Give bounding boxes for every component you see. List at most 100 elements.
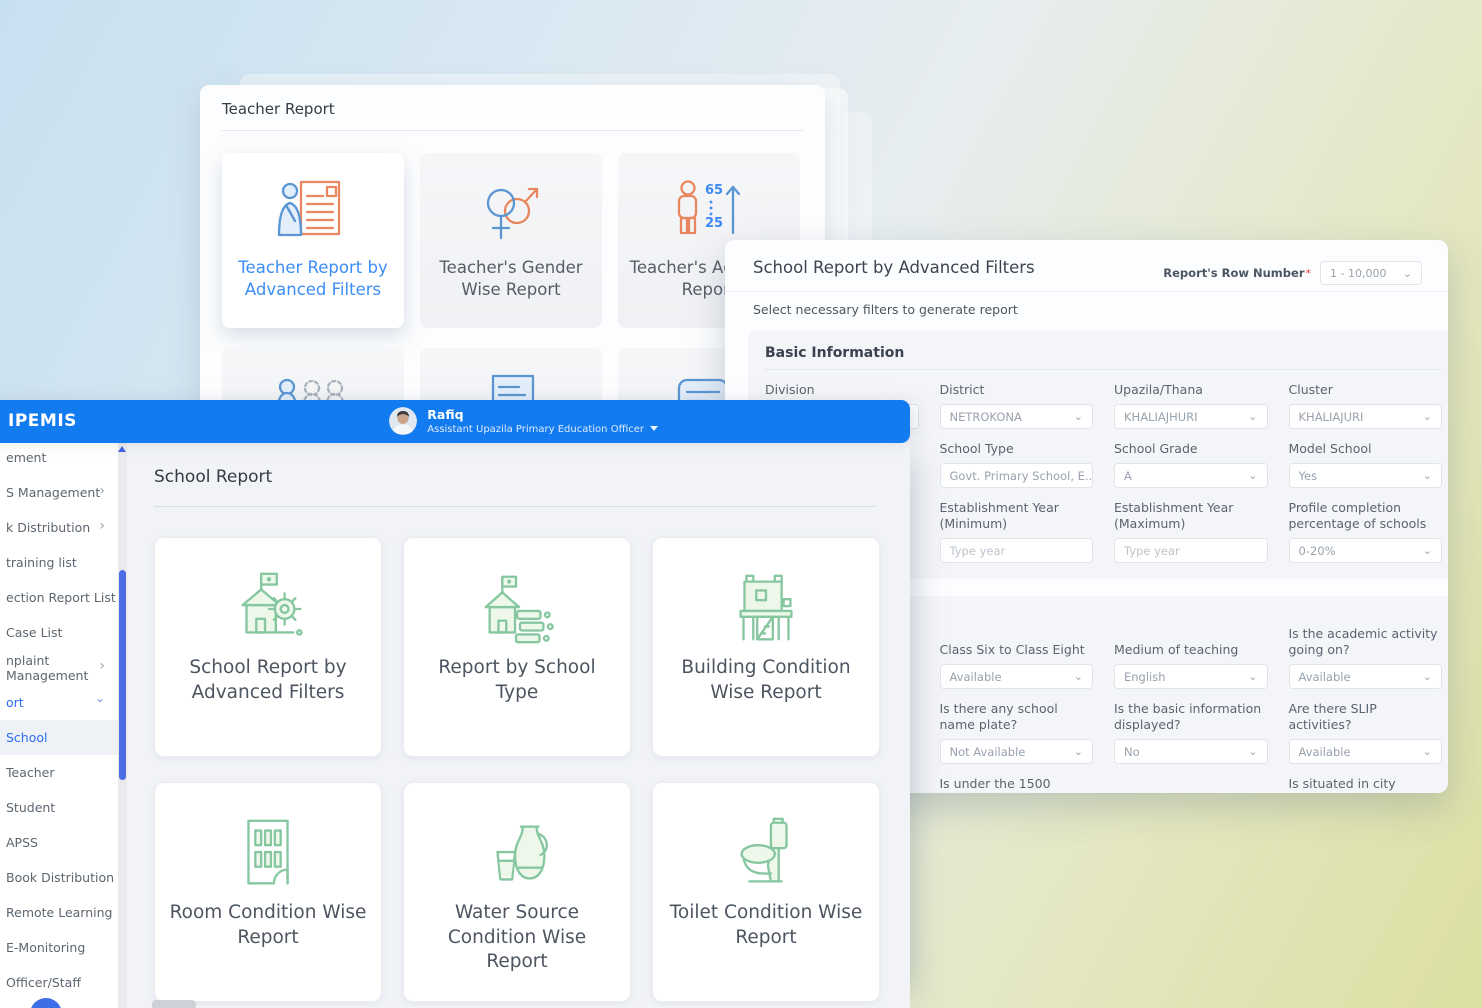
school-list-icon [467,566,567,652]
sidebar-item-training-list[interactable]: training list [0,545,127,580]
card-label: Room Condition Wise Report [155,901,381,950]
room-plan-icon [218,811,318,897]
field-basic-info-displayed: Is the basic information displayed? No [1114,701,1268,764]
scroll-up-icon[interactable] [118,446,126,452]
sidebar-item-training[interactable]: Training [0,1000,127,1008]
app-header: IPEMIS Rafiq Assistant Upazila Primary E… [0,400,910,443]
divider [765,369,1442,370]
card-teacher-advanced-filters[interactable]: Teacher Report by Advanced Filters [222,153,404,328]
divider [154,506,876,507]
field-medium-of-teaching: Medium of teaching English [1114,626,1268,689]
card-report-by-school-type[interactable]: Report by School Type [403,537,631,757]
school-report-page: School Report [127,443,910,1008]
card-label: Toilet Condition Wise Report [653,901,879,950]
field-upazila: Upazila/Thana KHALIAJHURI [1114,382,1268,429]
card-water-source-condition[interactable]: Water Source Condition Wise Report [403,782,631,1002]
age-range-icon: 65 25 [666,177,752,247]
sidebar-scrollbar[interactable] [118,443,127,1008]
slip-activities-select[interactable]: Available [1289,739,1443,764]
sidebar-item-report[interactable]: ort [0,685,127,720]
filters-subtitle: Select necessary filters to generate rep… [753,302,1018,317]
field-establishment-year-min: Establishment Year (Minimum) Type year [940,500,1094,563]
scrollbar-thumb[interactable] [119,570,126,780]
sidebar-menu: ement S Management k Distribution traini… [0,400,127,1008]
sidebar-item-teacher[interactable]: Teacher [0,755,127,790]
sidebar-item-school[interactable]: School [0,720,127,755]
school-gear-icon [218,566,318,652]
water-jug-icon [467,811,567,897]
teacher-report-cards: Teacher Report by Advanced Filters Teach… [222,153,803,328]
field-cluster: Cluster KHALIAJURI [1289,382,1443,429]
sidebar: ement S Management k Distribution traini… [0,400,127,1008]
building-icon [716,566,816,652]
row-number-select[interactable]: 1 - 10,000 [1320,261,1422,285]
chevron-down-icon [650,426,658,431]
field-city-corporation: Is situated in city corporation area? [1289,776,1443,793]
toilet-icon [716,811,816,897]
field-establishment-year-max: Establishment Year (Maximum) Type year [1114,500,1268,563]
card-label: Teacher's Gender Wise Report [420,257,602,301]
card-toilet-condition[interactable]: Toilet Condition Wise Report [652,782,880,1002]
profile-completion-select[interactable]: 0-20% [1289,538,1443,563]
card-label: Water Source Condition Wise Report [404,901,630,975]
upazila-select[interactable]: KHALIAJHURI [1114,404,1268,429]
field-academic-activity: Is the academic activity going on? Avail… [1289,626,1443,689]
class-six-eight-select[interactable]: Available [940,664,1094,689]
field-profile-completion: Profile completion percentage of schools… [1289,500,1443,563]
sidebar-item-book-distribution-group[interactable]: k Distribution [0,510,127,545]
footer-fragment [152,1000,196,1008]
field-school-gate: School Gate [1114,776,1268,793]
card-label: Report by School Type [404,656,630,705]
card-label: Building Condition Wise Report [653,656,879,705]
district-select[interactable]: NETROKONA [940,404,1094,429]
advanced-panel-title: School Report by Advanced Filters [753,258,1035,277]
basic-information-heading: Basic Information [765,345,1442,361]
gender-symbols-icon [468,177,554,247]
sidebar-item-apss[interactable]: APSS [0,825,127,860]
user-name: Rafiq [427,407,658,423]
field-school-grade: School Grade A [1114,441,1268,488]
teacher-report-title: Teacher Report [200,85,825,130]
avatar [389,407,417,435]
school-grade-select[interactable]: A [1114,463,1268,488]
divider [222,130,803,131]
establishment-year-min-input[interactable]: Type year [940,538,1094,563]
svg-text:25: 25 [705,216,723,231]
field-school-type: School Type Govt. Primary School, E... [940,441,1094,488]
card-school-advanced-filters[interactable]: School Report by Advanced Filters [154,537,382,757]
field-slip-activities: Are there SLIP activities? Available [1289,701,1443,764]
model-school-select[interactable]: Yes [1289,463,1443,488]
card-building-condition[interactable]: Building Condition Wise Report [652,537,880,757]
cluster-select[interactable]: KHALIAJURI [1289,404,1443,429]
screenshot-stage: Teacher Report Teacher Report by Advance… [0,0,1482,1008]
name-plate-select[interactable]: Not Available [940,739,1094,764]
school-type-select[interactable]: Govt. Primary School, E... [940,463,1094,488]
medium-of-teaching-select[interactable]: English [1114,664,1268,689]
teacher-document-icon [270,177,356,247]
sidebar-item-complaint-management[interactable]: nplaint Management [0,650,127,685]
ipemis-logo: IPEMIS [8,411,77,431]
user-role: Assistant Upazila Primary Education Offi… [427,424,644,435]
establishment-year-max-input[interactable]: Type year [1114,538,1268,563]
card-room-condition[interactable]: Room Condition Wise Report [154,782,382,1002]
sidebar-item-e-monitoring[interactable]: E-Monitoring [0,930,127,965]
sidebar-item-book-distribution[interactable]: Book Distribution [0,860,127,895]
sidebar-item-officer-staff[interactable]: Officer/Staff [0,965,127,1000]
sidebar-item-remote-learning[interactable]: Remote Learning [0,895,127,930]
sidebar-item-management[interactable]: ement [0,440,127,475]
sidebar-item-case-list[interactable]: Case List [0,615,127,650]
field-name-plate: Is there any school name plate? Not Avai… [940,701,1094,764]
card-label: Teacher Report by Advanced Filters [222,257,404,301]
user-profile-menu[interactable]: Rafiq Assistant Upazila Primary Educatio… [389,407,658,436]
sidebar-item-inspection-report-list[interactable]: ection Report List [0,580,127,615]
sidebar-item-student[interactable]: Student [0,790,127,825]
required-asterisk: * [1306,267,1312,280]
school-report-title: School Report [154,467,272,487]
card-label: School Report by Advanced Filters [155,656,381,705]
card-teacher-gender-wise[interactable]: Teacher's Gender Wise Report [420,153,602,328]
sidebar-item-s-management[interactable]: S Management [0,475,127,510]
divider [725,291,1448,292]
basic-info-displayed-select[interactable]: No [1114,739,1268,764]
field-class-six-eight: Class Six to Class Eight Available [940,626,1094,689]
academic-activity-select[interactable]: Available [1289,664,1443,689]
